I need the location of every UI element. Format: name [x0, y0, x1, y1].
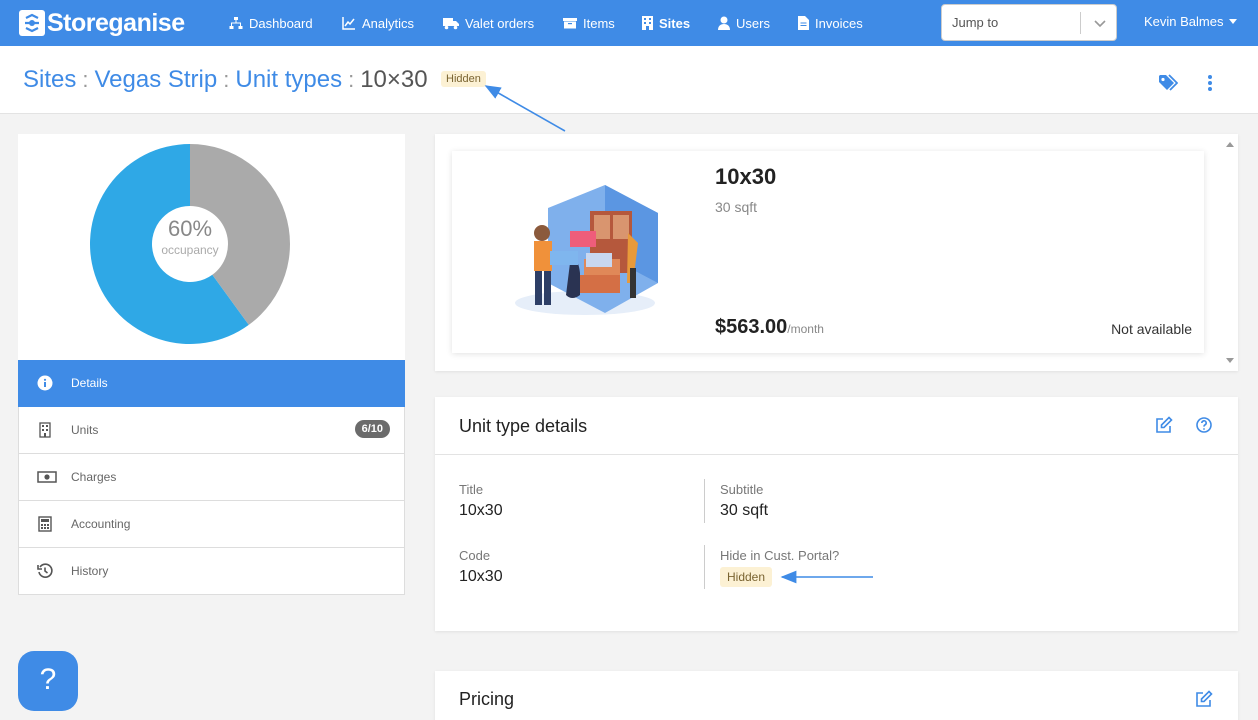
nav-analytics[interactable]: Analytics: [342, 14, 414, 32]
user-menu[interactable]: Kevin Balmes: [1144, 14, 1238, 29]
history-icon: [37, 563, 53, 579]
scrollbar[interactable]: [1222, 134, 1238, 371]
occupancy-percent: 60%: [167, 216, 213, 241]
user-icon: [718, 16, 730, 30]
breadcrumb-site[interactable]: Vegas Strip: [94, 66, 217, 94]
unit-type-details-card: Unit type details Title 10x30 Subtitle 3…: [435, 397, 1238, 631]
nav-label: Invoices: [815, 15, 863, 31]
nav-invoices[interactable]: Invoices: [798, 14, 863, 32]
occupancy-label: 60% occupancy: [90, 216, 290, 257]
jump-to-placeholder: Jump to: [952, 15, 999, 30]
field-value-subtitle: 30 sqft: [720, 502, 769, 519]
nav-label: Items: [583, 15, 615, 31]
file-icon: [798, 16, 809, 30]
box-icon: [563, 16, 577, 30]
nav-label: Valet orders: [465, 15, 535, 31]
breadcrumb-current: 10×30: [360, 66, 428, 93]
card-title: Unit type details: [459, 416, 588, 436]
sidemenu-label: Details: [71, 376, 108, 390]
sidemenu-label: Units: [71, 423, 99, 437]
field-label-hide-in-portal: Hide in Cust. Portal?: [720, 548, 840, 563]
truck-icon: [443, 16, 459, 30]
status-badge: Hidden: [441, 71, 486, 87]
storeganise-logo-icon: [19, 10, 45, 36]
price-period: /month: [787, 322, 824, 336]
brand-logo[interactable]: Storeganise: [19, 9, 185, 37]
nav-users[interactable]: Users: [718, 14, 770, 32]
field-value-title: 10x30: [459, 502, 503, 519]
select-divider: [1080, 12, 1081, 34]
availability-status: Not available: [1111, 321, 1192, 337]
pricing-card: Pricing: [435, 671, 1238, 720]
field-label-code: Code: [459, 548, 491, 563]
nav-label: Users: [736, 15, 770, 31]
field-label-subtitle: Subtitle: [720, 482, 764, 497]
scroll-up-arrow-icon[interactable]: [1226, 142, 1234, 147]
sidemenu-item-details[interactable]: Details: [18, 360, 405, 407]
more-options-icon[interactable]: [1200, 73, 1220, 93]
brand-name: Storeganise: [47, 9, 185, 37]
card-title: Pricing: [459, 689, 515, 709]
field-label-title: Title: [459, 482, 484, 497]
occupancy-caption: occupancy: [161, 243, 219, 257]
sidemenu-item-charges[interactable]: Charges: [18, 454, 405, 501]
nav-items[interactable]: Items: [563, 14, 615, 32]
user-name: Kevin Balmes: [1144, 14, 1224, 29]
sidemenu-label: Accounting: [71, 517, 131, 531]
sidemenu-label: Charges: [71, 470, 117, 484]
chevron-down-icon[interactable]: [1092, 15, 1108, 31]
building-icon: [642, 16, 653, 30]
breadcrumb-separator: :: [82, 67, 89, 92]
site-sidemenu: Details Units 6/10 Charges Accounting Hi…: [18, 360, 405, 595]
unit-type-card: 10x30 30 sqft $563.00/month Not availabl…: [452, 151, 1204, 353]
jump-to-select[interactable]: Jump to: [941, 4, 1117, 41]
nav-label: Analytics: [362, 15, 415, 31]
sidemenu-item-history[interactable]: History: [18, 548, 405, 595]
unit-subtitle: 30 sqft: [715, 199, 758, 215]
unit-price: $563.00/month: [715, 316, 824, 339]
chart-icon: [342, 16, 356, 30]
sitemap-icon: [229, 16, 243, 30]
storage-unit-illustration: [515, 185, 658, 315]
field-divider: [704, 545, 705, 589]
top-navbar: Storeganise Dashboard Analytics Valet or…: [0, 0, 1258, 46]
page-header: Sites : Vegas Strip : Unit types : 10×30…: [0, 46, 1258, 114]
breadcrumb-sites[interactable]: Sites: [23, 66, 76, 94]
money-icon: [37, 469, 57, 485]
edit-icon[interactable]: [1155, 416, 1173, 434]
units-count-badge: 6/10: [354, 420, 390, 438]
calculator-icon: [37, 516, 53, 532]
occupancy-card: 60% occupancy: [18, 134, 405, 360]
field-divider: [704, 479, 705, 523]
tags-icon[interactable]: [1158, 73, 1179, 93]
unit-preview-panel: 10x30 30 sqft $563.00/month Not availabl…: [435, 134, 1238, 371]
caret-down-icon: [1229, 19, 1238, 24]
breadcrumb-separator: :: [223, 67, 230, 92]
breadcrumb-separator: :: [348, 67, 355, 92]
price-amount: $563.00: [715, 316, 788, 338]
sidemenu-label: History: [71, 564, 109, 578]
sidemenu-item-accounting[interactable]: Accounting: [18, 501, 405, 548]
help-button[interactable]: ?: [18, 651, 78, 711]
nav-sites[interactable]: Sites: [642, 14, 690, 32]
nav-valet-orders[interactable]: Valet orders: [443, 14, 534, 32]
building-icon: [37, 422, 53, 438]
nav-dashboard[interactable]: Dashboard: [229, 14, 313, 32]
field-value-code: 10x30: [459, 568, 503, 585]
hidden-status-badge: Hidden: [720, 567, 773, 587]
edit-icon[interactable]: [1195, 690, 1213, 708]
nav-label: Sites: [659, 15, 691, 31]
info-icon: [37, 375, 53, 391]
unit-title: 10x30: [715, 164, 777, 189]
sidemenu-item-units[interactable]: Units 6/10: [18, 407, 405, 454]
breadcrumb-unit-types[interactable]: Unit types: [235, 66, 342, 94]
scroll-down-arrow-icon[interactable]: [1226, 358, 1234, 363]
card-header: Unit type details: [435, 397, 1238, 455]
breadcrumb: Sites : Vegas Strip : Unit types : 10×30: [23, 66, 428, 94]
help-circle-icon[interactable]: [1195, 416, 1213, 434]
nav-label: Dashboard: [249, 15, 313, 31]
